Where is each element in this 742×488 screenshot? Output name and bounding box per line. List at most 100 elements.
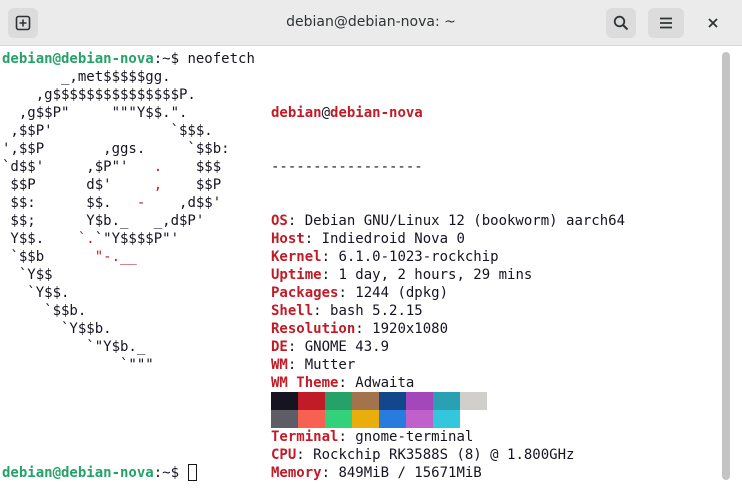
info-colon: : xyxy=(296,447,314,463)
logo-text: $$P xyxy=(162,177,222,193)
info-key: Terminal xyxy=(271,429,339,445)
color-swatch xyxy=(433,410,460,428)
color-swatch xyxy=(433,392,460,410)
info-row: Kernel: 6.1.0-1023-rockchip xyxy=(271,248,625,266)
logo-line: _,met$$$$$gg. xyxy=(2,68,230,86)
info-value: 6.1.0-1023-rockchip xyxy=(338,249,499,265)
color-swatch xyxy=(460,392,487,410)
color-swatch xyxy=(379,410,406,428)
info-colon: : xyxy=(313,303,331,319)
logo-text: Y$$. xyxy=(2,231,78,247)
logo-text: $$P d$' xyxy=(2,177,154,193)
color-swatch xyxy=(325,410,352,428)
info-colon: : xyxy=(287,357,305,373)
info-user: debian xyxy=(271,105,322,121)
info-colon: : xyxy=(321,465,339,481)
logo-line: $$; Y$b._ _,d$P' xyxy=(2,212,230,230)
command-text: neofetch xyxy=(187,51,255,67)
logo-line: ',$$P ,ggs. `$$b: xyxy=(2,140,230,158)
logo-line: Y$$. `.`"Y$$$$P"' xyxy=(2,230,230,248)
text-cursor xyxy=(188,464,198,481)
info-colon: : xyxy=(355,321,373,337)
debian-ascii-logo: _,met$$$$$gg. ,g$$$$$$$$$$$$$$$P. ,g$$P"… xyxy=(2,68,230,374)
info-value: 1244 (dpkg) xyxy=(355,285,449,301)
color-swatch xyxy=(325,392,352,410)
logo-text: `Y$$ xyxy=(2,267,53,283)
info-value: bash 5.2.15 xyxy=(330,303,423,319)
logo-text: ',$$P ,ggs. `$$b: xyxy=(2,141,230,157)
close-button[interactable] xyxy=(698,8,728,38)
info-key: DE xyxy=(271,339,288,355)
info-value: Mutter xyxy=(304,357,356,373)
info-row: OS: Debian GNU/Linux 12 (bookworm) aarch… xyxy=(271,212,625,230)
color-swatch xyxy=(298,410,325,428)
info-key: Resolution xyxy=(271,321,356,337)
info-row: Shell: bash 5.2.15 xyxy=(271,302,625,320)
info-host: debian-nova xyxy=(330,105,423,121)
scrollbar-thumb[interactable] xyxy=(722,52,730,480)
info-value: Debian GNU/Linux 12 (bookworm) aarch64 xyxy=(304,213,626,229)
info-row: Memory: 849MiB / 15671MiB xyxy=(271,464,625,482)
info-key: OS xyxy=(271,213,288,229)
info-colon: : xyxy=(321,267,339,283)
info-value: Adwaita xyxy=(355,375,415,391)
color-swatch xyxy=(352,410,379,428)
search-button[interactable] xyxy=(606,8,636,38)
logo-text: `Y$$. xyxy=(2,285,70,301)
logo-text: ,g$$P" """Y$$.". xyxy=(2,105,188,121)
info-colon: : xyxy=(287,339,305,355)
logo-line: `"Y$b._ xyxy=(2,338,230,356)
info-value: 849MiB / 15671MiB xyxy=(338,465,482,481)
color-swatch xyxy=(406,410,433,428)
info-colon: : xyxy=(338,285,356,301)
prompt-sep: :~$ xyxy=(153,465,188,481)
logo-line: $$P d$' , $$P xyxy=(2,176,230,194)
info-colon: : xyxy=(338,375,356,391)
logo-line: `d$$' ,$P"' . $$$ xyxy=(2,158,230,176)
logo-text: _,met$$$$$gg. xyxy=(2,69,171,85)
color-swatch xyxy=(379,392,406,410)
logo-text: `$$b xyxy=(2,249,95,265)
logo-text: $$; Y$b._ _,d$P' xyxy=(2,213,205,229)
logo-text: ,g$$$$$$$$$$$$$$$P. xyxy=(2,87,196,103)
terminal-output[interactable]: debian@debian-nova:~$ neofetch _,met$$$$… xyxy=(0,46,742,488)
info-colon: : xyxy=(338,429,356,445)
info-row: Uptime: 1 day, 2 hours, 29 mins xyxy=(271,266,625,284)
color-swatch xyxy=(298,392,325,410)
info-header: debian@debian-nova xyxy=(271,104,625,122)
logo-text: ,$$P' `$$$. xyxy=(2,123,213,139)
logo-text: ,d$$' xyxy=(145,195,222,211)
logo-text: `"Y$$$$P"' xyxy=(94,231,180,247)
prompt-sep: :~$ xyxy=(153,51,188,67)
logo-text: `Y$$b. xyxy=(2,321,112,337)
info-row: WM: Mutter xyxy=(271,356,625,374)
logo-text: $$: $$. xyxy=(2,195,137,211)
info-value: Rockchip RK3588S (8) @ 1.800GHz xyxy=(313,447,575,463)
color-palette xyxy=(271,392,487,428)
logo-line: ,g$$P" """Y$$.". xyxy=(2,104,230,122)
search-icon xyxy=(613,15,629,31)
logo-swirl-accent: `. xyxy=(77,231,95,247)
logo-line: `$$b "-.__ xyxy=(2,248,230,266)
logo-text: `""" xyxy=(2,357,154,373)
logo-swirl-accent: , xyxy=(153,177,163,193)
info-at: @ xyxy=(321,105,331,121)
info-row: Packages: 1244 (dpkg) xyxy=(271,284,625,302)
info-key: Packages xyxy=(271,285,339,301)
palette-row xyxy=(271,392,487,410)
logo-line: `Y$$ xyxy=(2,266,230,284)
logo-text: `$$b. xyxy=(2,303,87,319)
menu-button[interactable] xyxy=(648,8,684,38)
logo-line: ,$$P' `$$$. xyxy=(2,122,230,140)
logo-line: ,g$$$$$$$$$$$$$$$P. xyxy=(2,86,230,104)
color-swatch xyxy=(406,392,433,410)
logo-text: `"Y$b._ xyxy=(2,339,146,355)
command-line: debian@debian-nova:~$ neofetch xyxy=(2,50,255,68)
info-row: Host: Indiedroid Nova 0 xyxy=(271,230,625,248)
hamburger-menu-icon xyxy=(660,17,672,29)
color-swatch xyxy=(352,392,379,410)
info-colon: : xyxy=(287,213,305,229)
color-swatch xyxy=(271,392,298,410)
prompt-user: debian@debian-nova xyxy=(2,465,154,481)
info-key: WM xyxy=(271,357,288,373)
